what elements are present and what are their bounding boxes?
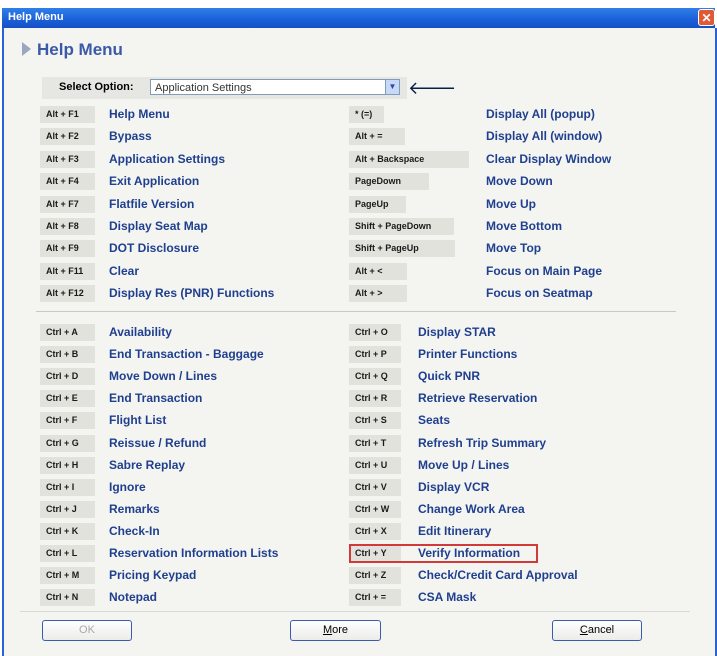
shortcut-key: Ctrl + T — [349, 435, 401, 452]
shortcut-description[interactable]: Change Work Area — [418, 502, 525, 517]
cancel-button[interactable]: Cancel — [552, 620, 642, 641]
shortcut-row: Ctrl + U Move Up / Lines — [0, 457, 717, 474]
shortcut-row: Ctrl + V Display VCR — [0, 479, 717, 496]
shortcut-description[interactable]: Move Down — [486, 174, 553, 189]
page-header: Help Menu — [22, 40, 123, 60]
shortcut-description[interactable]: Focus on Main Page — [486, 264, 602, 279]
shortcut-row: Ctrl + X Edit Itinerary — [0, 523, 717, 540]
shortcut-description[interactable]: Move Bottom — [486, 219, 562, 234]
shortcut-key: Ctrl + R — [349, 390, 401, 407]
more-label: ore — [332, 624, 349, 636]
shortcut-description[interactable]: CSA Mask — [418, 590, 476, 605]
ok-button[interactable]: OK — [42, 620, 132, 641]
shortcut-key: Ctrl + O — [349, 324, 401, 341]
shortcut-row: Ctrl + R Retrieve Reservation — [0, 390, 717, 407]
shortcut-description[interactable]: Printer Functions — [418, 347, 517, 362]
title-bar: Help Menu ✕ — [2, 8, 715, 28]
shortcut-row: Shift + PageDown Move Bottom — [0, 218, 717, 235]
shortcut-row: Ctrl + T Refresh Trip Summary — [0, 435, 717, 452]
section-divider — [36, 311, 676, 312]
shortcut-description[interactable]: Move Top — [486, 241, 541, 256]
shortcut-row: Ctrl + W Change Work Area — [0, 501, 717, 518]
shortcut-row: Ctrl + Q Quick PNR — [0, 368, 717, 385]
shortcut-key: Shift + PageUp — [349, 240, 455, 257]
shortcut-row: Alt + = Display All (window) — [0, 128, 717, 145]
close-button[interactable]: ✕ — [698, 9, 715, 26]
shortcut-description[interactable]: Edit Itinerary — [418, 524, 491, 539]
shortcut-description[interactable]: Retrieve Reservation — [418, 391, 537, 406]
shortcut-key: Ctrl + V — [349, 479, 401, 496]
cancel-accelerator: C — [579, 624, 588, 636]
shortcut-key: Ctrl + = — [349, 589, 401, 606]
shortcut-key: Alt + > — [349, 285, 407, 302]
button-divider — [20, 611, 690, 612]
shortcut-row: * (=) Display All (popup) — [0, 106, 717, 123]
shortcut-key: Ctrl + P — [349, 346, 401, 363]
shortcut-description[interactable]: Display STAR — [418, 325, 496, 340]
shortcut-description[interactable]: Display All (window) — [486, 129, 602, 144]
arrow-left-icon: 🡐 — [408, 78, 457, 98]
shortcut-description[interactable]: Display VCR — [418, 480, 489, 495]
shortcut-row: Ctrl + O Display STAR — [0, 324, 717, 341]
triangle-icon — [22, 42, 31, 56]
shortcut-description[interactable]: Move Up — [486, 197, 536, 212]
shortcut-key: Shift + PageDown — [349, 218, 454, 235]
select-option-dropdown[interactable]: Application Settings — [150, 79, 387, 95]
shortcut-key: Alt + = — [349, 128, 405, 145]
shortcut-description[interactable]: Seats — [418, 413, 450, 428]
shortcut-key: PageDown — [349, 173, 429, 190]
chevron-down-icon[interactable]: ▼ — [385, 79, 400, 95]
shortcut-row: Ctrl + Z Check/Credit Card Approval — [0, 567, 717, 584]
more-button[interactable]: More — [290, 620, 381, 641]
shortcut-row: Alt + > Focus on Seatmap — [0, 285, 717, 302]
cancel-label: ancel — [587, 624, 615, 636]
shortcut-row: Ctrl + P Printer Functions — [0, 346, 717, 363]
shortcut-key: * (=) — [349, 106, 384, 123]
shortcut-description[interactable]: Display All (popup) — [486, 107, 595, 122]
shortcut-key: PageUp — [349, 196, 406, 213]
shortcut-description[interactable]: Quick PNR — [418, 369, 480, 384]
shortcut-row: PageUp Move Up — [0, 196, 717, 213]
shortcut-row: Ctrl + = CSA Mask — [0, 589, 717, 606]
shortcut-row: Shift + PageUp Move Top — [0, 240, 717, 257]
shortcut-key: Ctrl + W — [349, 501, 401, 518]
shortcut-key: Alt + Backspace — [349, 151, 469, 168]
page-title: Help Menu — [37, 40, 123, 59]
shortcut-key: Ctrl + X — [349, 523, 401, 540]
shortcut-key: Alt + < — [349, 263, 407, 280]
select-option-bar: Select Option: Application Settings ▼ — [42, 77, 407, 99]
shortcut-description[interactable]: Refresh Trip Summary — [418, 436, 546, 451]
select-option-label: Select Option: — [59, 81, 134, 93]
shortcut-row: Ctrl + S Seats — [0, 412, 717, 429]
shortcut-description[interactable]: Move Up / Lines — [418, 458, 509, 473]
shortcut-row: PageDown Move Down — [0, 173, 717, 190]
window-title: Help Menu — [8, 11, 64, 23]
shortcut-key: Ctrl + Z — [349, 567, 401, 584]
shortcut-row: Alt + Backspace Clear Display Window — [0, 151, 717, 168]
highlight-box — [349, 544, 538, 563]
shortcut-key: Ctrl + U — [349, 457, 401, 474]
shortcut-description[interactable]: Clear Display Window — [486, 152, 611, 167]
more-accelerator: M — [322, 624, 333, 636]
shortcut-description[interactable]: Check/Credit Card Approval — [418, 568, 578, 583]
shortcut-key: Ctrl + S — [349, 412, 401, 429]
shortcut-description[interactable]: Focus on Seatmap — [486, 286, 593, 301]
shortcut-key: Ctrl + Q — [349, 368, 401, 385]
shortcut-row: Alt + < Focus on Main Page — [0, 263, 717, 280]
